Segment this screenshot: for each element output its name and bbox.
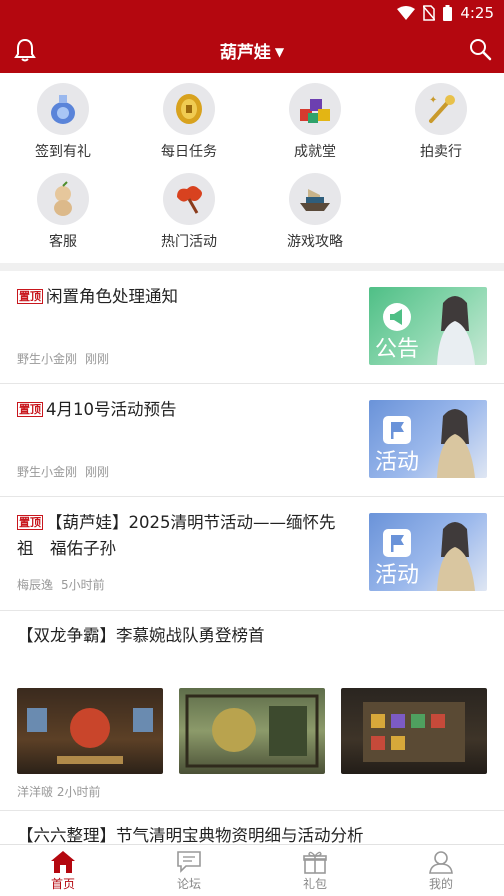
no-sim-icon: [423, 5, 436, 21]
tab-gift[interactable]: 礼包: [252, 845, 378, 896]
post-thumbnail: 活动: [369, 513, 487, 591]
list-item[interactable]: 【双龙争霸】李慕婉战队勇登榜首 洋洋啵 2小时前: [0, 611, 504, 811]
gem-pile-icon: [289, 83, 341, 135]
tab-home[interactable]: 首页: [0, 845, 126, 896]
thumbnail-tag: 活动: [375, 563, 420, 588]
shortcut-support[interactable]: 客服: [0, 163, 126, 253]
post-thumbnail: 公告: [369, 287, 487, 365]
shortcut-label: 签到有礼: [35, 144, 91, 160]
post-author: 野生小金刚: [17, 352, 78, 366]
ruyi-cloud-icon: [163, 173, 215, 225]
pinned-badge: 置顶: [17, 289, 43, 304]
status-bar: 4:25: [0, 0, 504, 26]
flag-icon: [383, 529, 411, 557]
thumbnail-tag: 公告: [375, 337, 420, 362]
user-icon: [429, 851, 453, 874]
post-author: 野生小金刚: [17, 465, 78, 479]
svg-text:✦: ✦: [429, 95, 437, 106]
post-time: 刚刚: [85, 352, 110, 366]
search-icon[interactable]: [468, 37, 492, 61]
post-meta: 梅辰逸 5小时前: [17, 576, 105, 593]
list-item[interactable]: 置顶 闲置角色处理通知 野生小金刚 刚刚 公告: [0, 271, 504, 384]
megaphone-icon: [383, 303, 411, 331]
post-image-strip: [17, 688, 487, 774]
character-art: [437, 296, 475, 365]
shortcut-achievement[interactable]: 成就堂: [252, 73, 378, 163]
post-thumbnail: 活动: [369, 400, 487, 478]
gift-icon: [303, 851, 327, 874]
list-item[interactable]: 置顶 【葫芦娃】2025清明节活动——缅怀先祖 福佑子孙 梅辰逸 5小时前 活动: [0, 497, 504, 611]
post-image[interactable]: [341, 688, 487, 774]
app-header: 葫芦娃 ▼: [0, 26, 504, 73]
ship-icon: [289, 173, 341, 225]
tab-forum[interactable]: 论坛: [126, 845, 252, 896]
battery-icon: [443, 5, 453, 21]
chat-icon: [177, 851, 201, 873]
shortcut-label: 拍卖行: [420, 144, 462, 160]
wifi-icon: [397, 6, 416, 20]
post-author: 梅辰逸: [17, 578, 54, 592]
post-image[interactable]: [179, 688, 325, 774]
post-meta: 野生小金刚 刚刚: [17, 463, 109, 480]
post-title: 置顶 4月10号活动预告: [17, 400, 177, 419]
shortcut-guide[interactable]: 游戏攻略: [252, 163, 378, 253]
bottom-tab-bar: 首页 论坛 礼包 我的: [0, 844, 504, 896]
shortcut-auction[interactable]: ✦ 拍卖行: [378, 73, 504, 163]
shortcut-label: 客服: [49, 234, 77, 250]
pinned-badge: 置顶: [17, 402, 43, 417]
magic-wand-icon: ✦: [415, 83, 467, 135]
tab-label: 论坛: [176, 877, 201, 891]
tab-label: 首页: [50, 877, 75, 891]
tab-label: 我的: [428, 877, 453, 891]
thumbnail-tag: 活动: [375, 450, 420, 475]
tab-profile[interactable]: 我的: [378, 845, 504, 896]
gold-coin-icon: [163, 83, 215, 135]
post-meta: 野生小金刚 刚刚: [17, 350, 109, 367]
post-image[interactable]: [17, 688, 163, 774]
potion-bottle-icon: [37, 83, 89, 135]
post-time: 刚刚: [85, 465, 110, 479]
chevron-down-icon: ▼: [274, 45, 285, 59]
tab-label: 礼包: [302, 877, 327, 891]
flag-icon: [383, 416, 411, 444]
shortcut-checkin[interactable]: 签到有礼: [0, 73, 126, 163]
post-title: 【双龙争霸】李慕婉战队勇登榜首: [17, 626, 265, 645]
shortcut-label: 游戏攻略: [287, 234, 343, 250]
shortcut-label: 热门活动: [161, 234, 217, 250]
shortcut-grid: 签到有礼 每日任务 成就堂 ✦ 拍卖行 客服 热门活动 游戏攻略: [0, 73, 504, 263]
shortcut-daily-task[interactable]: 每日任务: [126, 73, 252, 163]
post-title: 置顶 闲置角色处理通知: [17, 287, 178, 306]
shortcut-label: 成就堂: [294, 144, 336, 160]
post-meta: 洋洋啵 2小时前: [17, 785, 101, 799]
post-time: 5小时前: [61, 578, 105, 592]
shortcut-label: 每日任务: [161, 144, 217, 160]
game-selector[interactable]: 葫芦娃 ▼: [0, 38, 504, 63]
list-item[interactable]: 置顶 4月10号活动预告 野生小金刚 刚刚 活动: [0, 384, 504, 497]
post-title: 置顶 【葫芦娃】2025清明节活动——缅怀先祖 福佑子孙: [17, 513, 336, 558]
character-art: [437, 409, 475, 478]
pinned-badge: 置顶: [17, 515, 43, 530]
shortcut-hot-events[interactable]: 热门活动: [126, 163, 252, 253]
character-art: [437, 522, 475, 591]
home-icon: [51, 851, 75, 873]
clock-time: 4:25: [460, 4, 494, 22]
gourd-doll-icon: [37, 173, 89, 225]
section-divider: [0, 263, 504, 271]
page-title: 葫芦娃: [219, 43, 271, 63]
post-feed: 置顶 闲置角色处理通知 野生小金刚 刚刚 公告 置顶 4月10号活动预告 野生小金刚刚…: [0, 271, 504, 871]
